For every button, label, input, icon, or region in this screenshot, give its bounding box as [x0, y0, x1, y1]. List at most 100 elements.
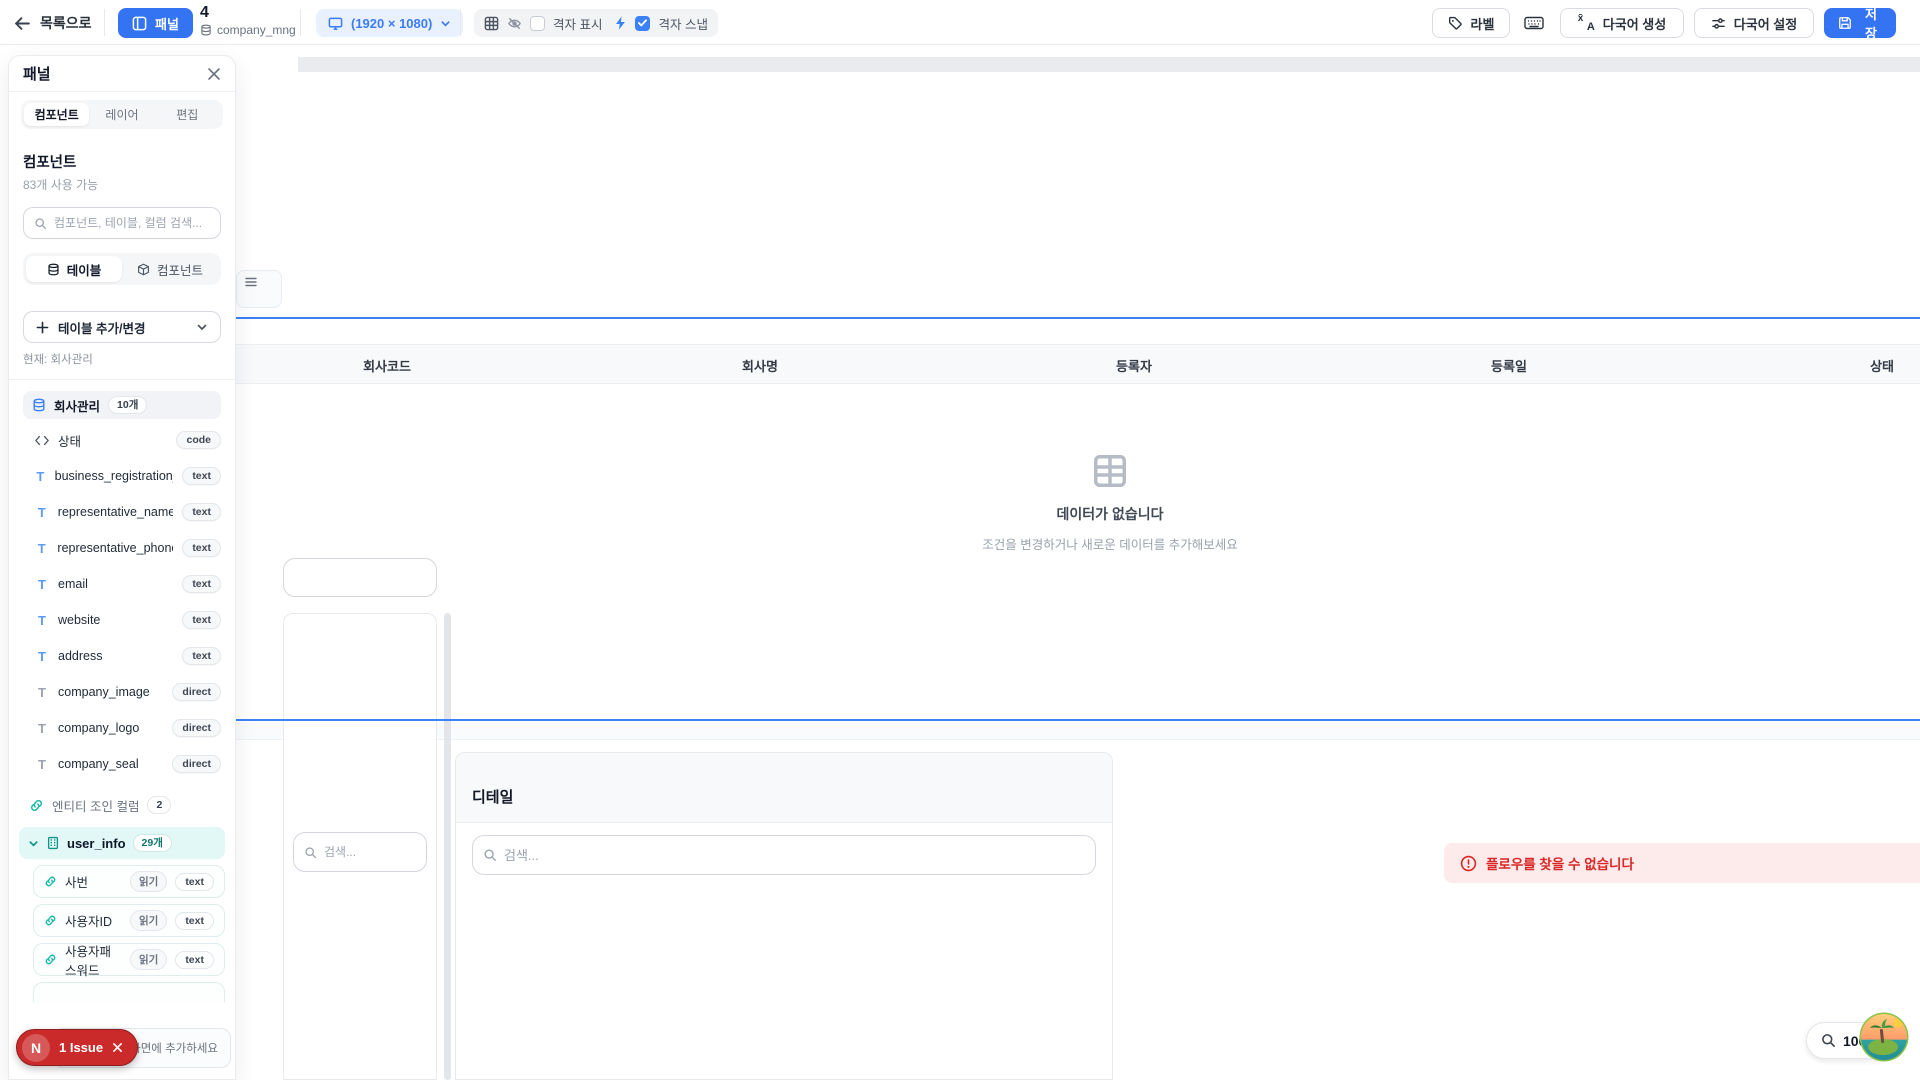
table-selection-border-top [236, 317, 1920, 319]
tab-layers[interactable]: 레이어 [89, 103, 154, 126]
app-root: 목록으로 패널 4 company_mng (1920 × 1080) [0, 0, 1920, 1080]
keyboard-shortcuts-button[interactable] [1524, 11, 1550, 35]
translate-icon: x̄ A [1578, 15, 1595, 31]
component-search-field[interactable] [54, 216, 210, 230]
section-title: 컴포넌트 [23, 151, 221, 172]
current-table-label: 현재: 회사관리 [23, 351, 221, 367]
i18n-generate-button[interactable]: x̄ A 다국어 생성 [1560, 8, 1684, 38]
panel-resize-handle[interactable] [444, 613, 451, 1080]
i18n-settings-button[interactable]: 다국어 설정 [1694, 8, 1814, 38]
search-icon [34, 217, 47, 230]
column-type-badge: text [182, 539, 221, 557]
tag-icon [1448, 16, 1463, 31]
grid-footer-strip [236, 722, 1920, 740]
table-grid-icon [1091, 452, 1129, 490]
tab-components[interactable]: 컴포넌트 [24, 103, 89, 126]
join-column-name: 사용자ID [65, 911, 122, 930]
join-column-item-partial[interactable] [33, 982, 225, 1002]
flow-error-alert: 플로우를 찾을 수 없습니다 [1444, 843, 1920, 883]
column-item[interactable]: 상태 code [35, 425, 221, 455]
detail-search-field[interactable] [504, 848, 1085, 863]
plus-icon [36, 321, 49, 334]
column-name: company_image [58, 685, 150, 699]
column-count-badge: 10개 [108, 396, 147, 415]
label-button[interactable]: 라벨 [1432, 8, 1510, 38]
column-item[interactable]: T company_logo direct [35, 713, 221, 743]
issue-badge[interactable]: N 1 Issue [16, 1029, 138, 1066]
close-icon[interactable] [203, 63, 225, 85]
column-type-badge: direct [172, 719, 221, 737]
column-name: representative_name [58, 505, 174, 519]
divider [9, 379, 235, 380]
resolution-label: (1920 × 1080) [351, 16, 432, 31]
column-type-badge: text [182, 611, 221, 629]
column-header[interactable]: 회사명 [742, 345, 778, 385]
column-name: company_logo [58, 721, 139, 735]
mode-component-button[interactable]: 컴포넌트 [122, 256, 218, 282]
tab-edit[interactable]: 편집 [155, 103, 220, 126]
grid-show-checkbox[interactable] [530, 16, 545, 31]
join-column-item[interactable]: 사번 읽기 text [33, 865, 225, 898]
column-type-badge: text [182, 467, 221, 485]
detail-search[interactable] [472, 835, 1096, 875]
join-column-item[interactable]: 사용자패스워드 읽기 text [33, 943, 225, 976]
link-icon [29, 798, 44, 813]
column-item[interactable]: T website text [35, 605, 221, 635]
column-item[interactable]: T representative_name text [35, 497, 221, 527]
column-header[interactable]: 등록일 [1491, 345, 1527, 385]
code-icon [35, 435, 49, 446]
sliders-icon [1711, 16, 1726, 31]
database-icon [200, 24, 212, 36]
join-column-name: 사용자패스워드 [65, 941, 122, 979]
resolution-dropdown[interactable]: (1920 × 1080) [316, 9, 463, 37]
column-item[interactable]: T email text [35, 569, 221, 599]
column-item[interactable]: T company_image direct [35, 677, 221, 707]
grid-snap-checkbox[interactable] [635, 16, 650, 31]
join-column-item[interactable]: 사용자ID 읽기 text [33, 904, 225, 937]
save-button[interactable]: 저장 [1824, 8, 1896, 38]
add-table-label: 테이블 추가/변경 [58, 318, 145, 337]
table-item-company[interactable]: 회사관리 10개 [23, 391, 221, 419]
column-item[interactable]: T address text [35, 641, 221, 671]
empty-state: 데이터가 없습니다 조건을 변경하거나 새로운 데이터를 추가해보세요 [960, 452, 1260, 553]
keyboard-icon [1524, 15, 1550, 31]
column-type-badge: code [176, 431, 221, 449]
column-item[interactable]: T business_registration_numb text [35, 461, 221, 491]
readonly-badge: 읽기 [130, 910, 167, 931]
search-icon [483, 848, 497, 862]
arrow-left-icon [14, 15, 31, 32]
panel-toggle-button[interactable]: 패널 [118, 8, 193, 38]
column-item[interactable]: T representative_phone text [35, 533, 221, 563]
database-icon [47, 263, 60, 276]
text-type-icon: T [35, 721, 49, 736]
component-search[interactable] [23, 207, 221, 239]
page-title-block: 4 company_mng [200, 4, 296, 37]
column-header[interactable]: 상태 [1870, 345, 1894, 385]
join-table-user-info[interactable]: user_info 29개 [19, 827, 225, 859]
text-type-icon: T [35, 541, 48, 556]
add-table-dropdown[interactable]: 테이블 추가/변경 [23, 311, 221, 343]
close-icon[interactable] [112, 1042, 123, 1053]
save-button-label: 저장 [1860, 4, 1882, 42]
table-selection-border-bottom [236, 719, 1920, 721]
text-type-icon: T [35, 649, 49, 664]
grid-show-label: 격자 표시 [553, 14, 602, 33]
back-button[interactable]: 목록으로 [14, 8, 92, 38]
back-label: 목록으로 [40, 13, 92, 33]
master-list-search[interactable] [293, 832, 427, 872]
table-name: 회사관리 [54, 396, 100, 415]
detail-panel: 디테일 [455, 752, 1113, 1080]
master-search-input-partial[interactable] [283, 558, 437, 597]
divider [300, 9, 301, 36]
monitor-icon [328, 16, 343, 31]
package-icon [137, 263, 150, 276]
column-name: 상태 [58, 431, 81, 450]
chevron-down-icon [440, 18, 451, 29]
components-panel: 패널 컴포넌트 레이어 편집 컴포넌트 83개 사용 가능 테이블 [8, 55, 236, 1080]
chevron-down-icon [28, 838, 39, 849]
column-item[interactable]: T company_seal direct [35, 749, 221, 779]
column-name: company_seal [58, 757, 139, 771]
column-header[interactable]: 회사코드 [363, 345, 411, 385]
column-header[interactable]: 등록자 [1116, 345, 1152, 385]
mode-table-button[interactable]: 테이블 [26, 256, 122, 282]
